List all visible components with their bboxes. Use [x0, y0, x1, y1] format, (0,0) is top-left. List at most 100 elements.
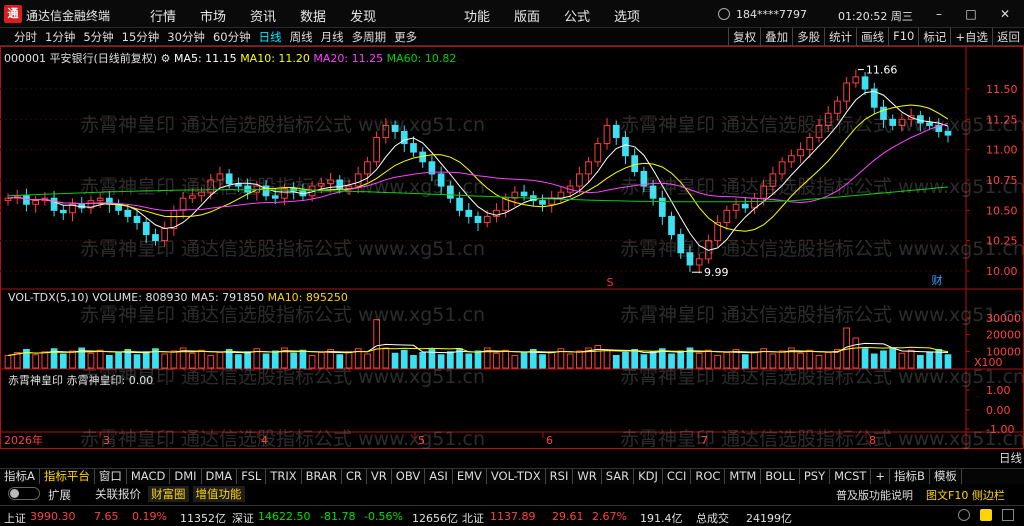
sz-index-value: 14622.50	[258, 510, 311, 523]
minimize-icon[interactable]: –	[928, 6, 950, 22]
volume-bar	[170, 350, 178, 369]
indicator-tab[interactable]: CCI	[663, 469, 692, 484]
menu-options[interactable]: 选项	[602, 6, 652, 25]
volume-bar	[714, 355, 721, 369]
period-tab[interactable]: 1分钟	[41, 29, 79, 45]
volume-bar	[106, 355, 113, 369]
period-tab[interactable]: 多周期	[348, 29, 391, 45]
period-tab[interactable]: 15分钟	[118, 29, 164, 45]
indicator-tab[interactable]: 指标平台	[40, 469, 95, 484]
menu-news[interactable]: 资讯	[238, 6, 288, 25]
menu-formula[interactable]: 公式	[552, 6, 602, 25]
indicator-tab[interactable]: BOLL	[761, 469, 800, 484]
volume-bar	[446, 351, 454, 369]
volume-bar	[824, 352, 832, 369]
candle-body	[787, 155, 795, 163]
indicator-tab[interactable]: MCST	[830, 469, 872, 484]
indicator-tab[interactable]: ROC	[691, 469, 726, 484]
period-tab[interactable]: 分时	[10, 29, 41, 45]
indicator-tab[interactable]: OBV	[392, 469, 426, 484]
period-tab[interactable]: 周线	[286, 29, 317, 45]
user-id[interactable]: 184****7797	[736, 8, 807, 21]
close-icon[interactable]: ✕	[994, 6, 1016, 22]
stats-button[interactable]: 统计	[824, 28, 856, 46]
bz-index-label[interactable]: 北证	[462, 510, 484, 526]
candle-body	[741, 203, 749, 209]
wealth-circle-button[interactable]: 财富圈	[148, 486, 189, 502]
ma5-legend: MA5: 11.15	[173, 52, 237, 65]
expand-toggle[interactable]	[8, 487, 40, 500]
sz-index-amount: 12656亿	[412, 512, 458, 525]
f10-button[interactable]: F10	[888, 28, 918, 46]
volume-bar	[4, 355, 12, 369]
indicator-tab[interactable]: MACD	[127, 469, 171, 484]
chart-canvas[interactable]: 11.50 11.25 11.00 10.75 10.50 10.25 10.00 11.66…	[0, 46, 1024, 450]
indicator-tab[interactable]: TRIX	[266, 469, 302, 484]
indicator-tab[interactable]: CR	[342, 469, 367, 484]
sh-index-label[interactable]: 上证	[4, 510, 26, 526]
related-quotes-button[interactable]: 关联报价	[92, 486, 144, 502]
expand-label[interactable]: 扩展	[48, 487, 71, 503]
message-icon[interactable]	[980, 509, 992, 521]
indicator-tab[interactable]: FSL	[237, 469, 267, 484]
indicator-tab[interactable]: 指标A	[0, 469, 40, 484]
indicator-tab[interactable]: EMV	[453, 469, 487, 484]
low-price-label: 9.99	[704, 266, 729, 279]
sz-index-label[interactable]: 深证	[232, 510, 254, 526]
period-tab[interactable]: 5分钟	[79, 29, 117, 45]
network-icon[interactable]	[958, 509, 970, 521]
indicator-tab[interactable]: WR	[573, 469, 602, 484]
period-tab-daily[interactable]: 日线	[255, 29, 286, 45]
period-tab[interactable]: 30分钟	[163, 29, 209, 45]
indicator-tab[interactable]: SAR	[602, 469, 635, 484]
overlay-button[interactable]: 叠加	[760, 28, 792, 46]
menu-discover[interactable]: 发现	[338, 6, 388, 25]
volume-value: VOLUME: 808930	[92, 291, 188, 304]
menu-layout[interactable]: 版面	[502, 6, 552, 25]
settings-icon[interactable]	[1002, 509, 1014, 521]
candle-body	[668, 215, 675, 236]
candle-body	[179, 197, 187, 211]
adjust-button[interactable]: 复权	[728, 28, 760, 46]
multi-stock-button[interactable]: 多股	[792, 28, 824, 46]
indicator-tab[interactable]: MTM	[725, 469, 762, 484]
indicator-tab[interactable]: VR	[367, 469, 392, 484]
period-tab[interactable]: 60分钟	[209, 29, 255, 45]
candle-body	[677, 234, 685, 254]
add-watchlist-button[interactable]: +自选	[950, 28, 992, 46]
indicator-tab[interactable]: ASI	[425, 469, 453, 484]
candle-body	[889, 118, 897, 126]
indicator-tab[interactable]: PSY	[800, 469, 831, 484]
candle-body	[142, 221, 150, 236]
indicator-tab[interactable]: 指标B	[890, 469, 930, 484]
kline-chart[interactable]: 11.50 11.25 11.00 10.75 10.50 10.25 10.00 11.66…	[0, 46, 1024, 450]
sidebar-link[interactable]: 图文F10 侧边栏	[926, 487, 1005, 503]
user-icon[interactable]	[718, 8, 730, 20]
secondary-menu: 功能 版面 公式 选项	[452, 6, 652, 25]
period-tab-more[interactable]: 更多	[390, 29, 421, 45]
period-tab[interactable]: 月线	[317, 29, 348, 45]
indicator-tab[interactable]: KDJ	[634, 469, 663, 484]
menu-data[interactable]: 数据	[288, 6, 338, 25]
menu-quotes[interactable]: 行情	[138, 6, 188, 25]
draw-line-button[interactable]: 画线	[856, 28, 888, 46]
gear-icon[interactable]: ⚙	[161, 52, 171, 65]
menu-market[interactable]: 市场	[188, 6, 238, 25]
indicator-tab[interactable]: VOL-TDX	[487, 469, 546, 484]
indicator-tab[interactable]: DMI	[170, 469, 202, 484]
back-button[interactable]: 返回	[992, 28, 1024, 46]
indicator-tab[interactable]: +	[871, 469, 891, 484]
value-added-button[interactable]: 增值功能	[192, 486, 245, 502]
mark-button[interactable]: 标记	[918, 28, 950, 46]
indicator-tab[interactable]: BRAR	[302, 469, 342, 484]
indicator-tab[interactable]: 窗口	[95, 469, 127, 484]
candle-body	[483, 215, 491, 223]
edition-info-link[interactable]: 普及版功能说明	[836, 487, 913, 503]
x-axis-month-label: 8	[869, 434, 876, 447]
indicator-tab[interactable]: RSI	[546, 469, 574, 484]
maximize-icon[interactable]: □	[960, 6, 982, 22]
expand-items: 关联报价 财富圈 增值功能	[92, 486, 245, 502]
menu-function[interactable]: 功能	[452, 6, 502, 25]
indicator-tab[interactable]: DMA	[202, 469, 238, 484]
indicator-tab[interactable]: 模板	[930, 469, 962, 484]
